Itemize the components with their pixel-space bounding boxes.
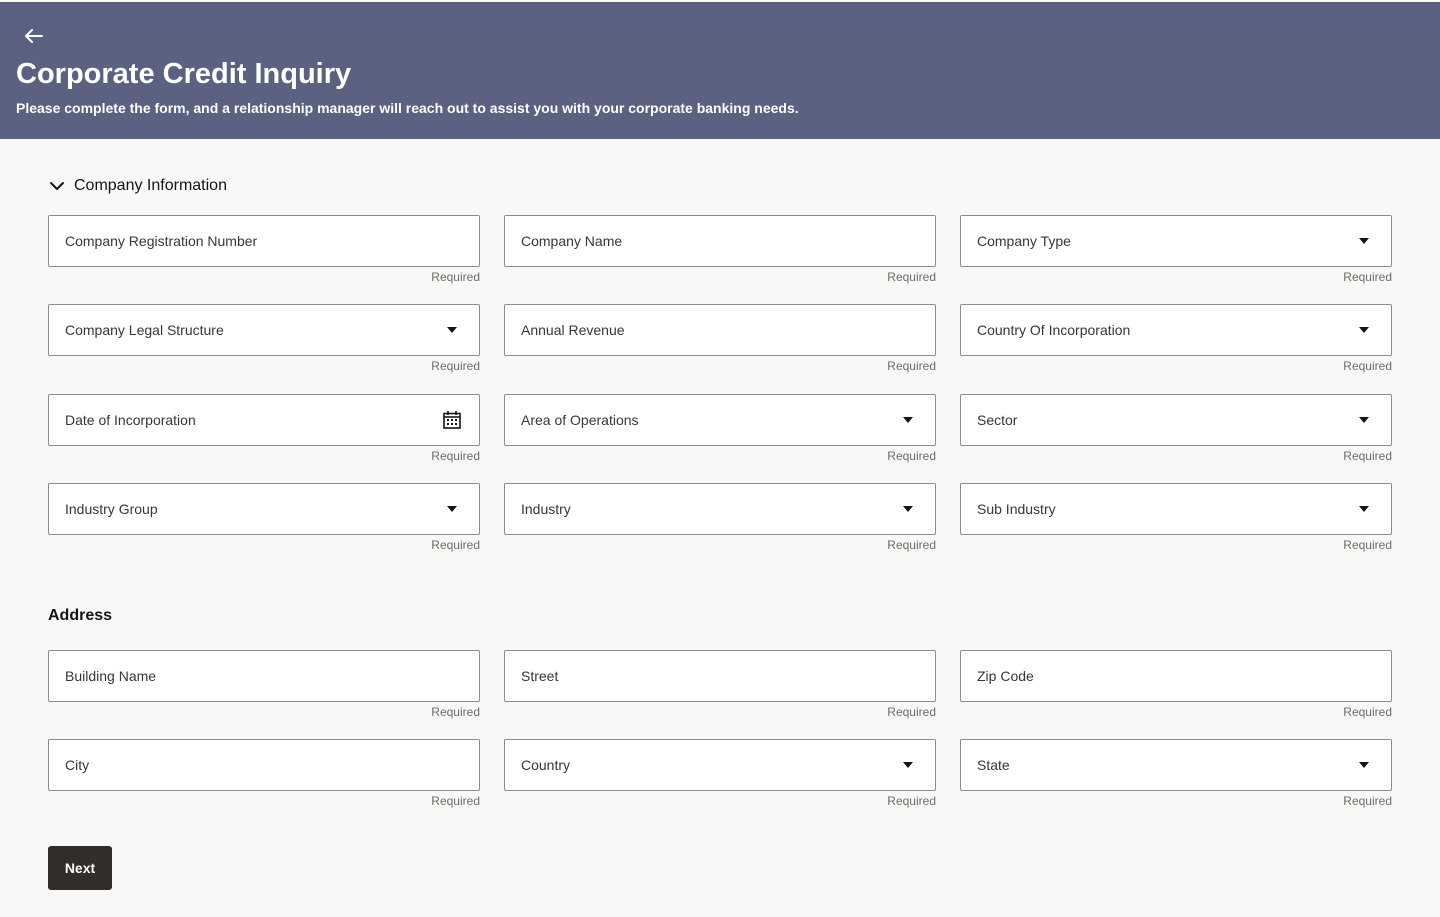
required-helper-text: Required [1343,537,1392,552]
company-legal-structure-field-group: Company Legal Structure Required [48,304,480,373]
page-header: Corporate Credit Inquiry Please complete… [0,2,1440,139]
company-type-field-group: Company Type Required [960,215,1392,284]
field-label: Annual Revenue [521,322,625,339]
street-field-group: Street Required [504,650,936,719]
field-label: Area of Operations [521,411,639,428]
sub-industry-select[interactable]: Sub Industry [960,482,1392,535]
field-label: Building Name [65,668,157,684]
required-helper-text: Required [431,270,480,284]
required-helper-text: Required [431,705,480,719]
field-label: Company Type [977,233,1071,249]
field-label: Zip Code [977,668,1034,684]
annual-revenue-input[interactable]: Annual Revenue [504,304,936,357]
state-field-group: State Required [960,739,1392,808]
field-label: State [977,757,1010,773]
chevron-down-icon [50,182,64,190]
industry-select[interactable]: Industry [504,482,936,535]
company-information-toggle[interactable]: Company Information [48,174,227,198]
field-label: Company Legal Structure [65,322,224,339]
required-helper-text: Required [1343,794,1392,808]
caret-down-icon[interactable] [441,319,463,341]
required-helper-text: Required [1343,270,1392,284]
field-label: Country Of Incorporation [977,322,1131,339]
company-information-title: Company Information [74,177,227,194]
field-label: Industry [521,500,571,517]
required-helper-text: Required [431,448,480,463]
zip-code-input[interactable]: Zip Code [960,650,1392,702]
next-button[interactable]: Next [48,846,112,890]
caret-down-icon[interactable] [1353,230,1375,252]
required-helper-text: Required [431,537,480,552]
industry-field-group: Industry Required [504,482,936,552]
state-select[interactable]: State [960,739,1392,791]
required-helper-text: Required [887,270,936,284]
street-input[interactable]: Street [504,650,936,702]
required-helper-text: Required [1343,448,1392,463]
industry-group-field-group: Industry Group Required [48,482,480,552]
address-section-title: Address [48,607,113,624]
required-helper-text: Required [887,448,936,463]
zip-code-field-group: Zip Code Required [960,650,1392,719]
required-helper-text: Required [1343,705,1392,719]
back-button[interactable] [20,22,48,50]
field-label: Street [521,668,559,684]
required-helper-text: Required [431,359,480,374]
field-label: Date of Incorporation [65,411,196,428]
caret-down-icon[interactable] [1353,409,1375,431]
area-of-operations-field-group: Area of Operations Required [504,393,936,463]
required-helper-text: Required [431,794,480,808]
calendar-icon[interactable] [441,409,463,431]
company-registration-number-input[interactable]: Company Registration Number [48,215,480,267]
required-helper-text: Required [887,537,936,552]
field-label: Country [521,757,571,773]
caret-down-icon[interactable] [1353,319,1375,341]
country-of-incorporation-field-group: Country Of Incorporation Required [960,304,1392,373]
required-helper-text: Required [887,705,936,719]
caret-down-icon[interactable] [1353,754,1375,776]
sector-field-group: Sector Required [960,393,1392,463]
sub-industry-field-group: Sub Industry Required [960,482,1392,552]
city-field-group: City Required [48,739,480,808]
date-of-incorporation-field-group: Date of Incorporation Required [48,393,480,463]
page-title: Corporate Credit Inquiry [16,58,352,90]
company-type-select[interactable]: Company Type [960,215,1392,267]
field-label: Sector [977,411,1018,428]
country-field-group: Country Required [504,739,936,808]
required-helper-text: Required [887,794,936,808]
company-name-input[interactable]: Company Name [504,215,936,267]
building-name-input[interactable]: Building Name [48,650,480,702]
field-label: Company Name [521,233,623,249]
field-label: Industry Group [65,500,158,517]
sector-select[interactable]: Sector [960,393,1392,446]
field-label: Sub Industry [977,500,1056,517]
company-name-field-group: Company Name Required [504,215,936,284]
page-subtitle: Please complete the form, and a relation… [16,100,799,116]
caret-down-icon[interactable] [897,409,919,431]
field-label: Company Registration Number [65,233,258,249]
building-name-field-group: Building Name Required [48,650,480,719]
required-helper-text: Required [1343,359,1392,374]
caret-down-icon[interactable] [897,498,919,520]
company-legal-structure-select[interactable]: Company Legal Structure [48,304,480,357]
company-registration-number-field-group: Company Registration Number Required [48,215,480,284]
field-label: City [65,757,90,773]
date-of-incorporation-input[interactable]: Date of Incorporation [48,393,480,446]
country-of-incorporation-select[interactable]: Country Of Incorporation [960,304,1392,357]
arrow-left-icon [25,29,43,43]
annual-revenue-field-group: Annual Revenue Required [504,304,936,373]
caret-down-icon[interactable] [441,498,463,520]
required-helper-text: Required [887,359,936,374]
caret-down-icon[interactable] [897,754,919,776]
caret-down-icon[interactable] [1353,498,1375,520]
industry-group-select[interactable]: Industry Group [48,482,480,535]
city-input[interactable]: City [48,739,480,791]
country-select[interactable]: Country [504,739,936,791]
area-of-operations-select[interactable]: Area of Operations [504,393,936,446]
